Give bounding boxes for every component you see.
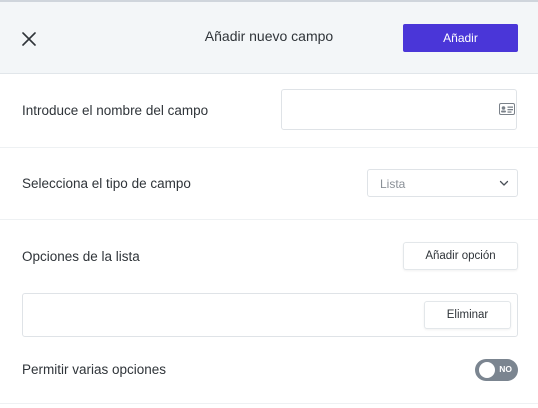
field-type-select[interactable]: Lista — [367, 169, 518, 197]
field-name-input[interactable] — [281, 89, 517, 130]
divider — [0, 147, 538, 148]
toggle-knob — [479, 362, 495, 378]
chevron-down-icon — [499, 180, 509, 186]
add-field-button[interactable]: Añadir — [403, 24, 518, 52]
divider — [0, 219, 538, 220]
contact-card-icon — [499, 103, 515, 115]
list-options-label: Opciones de la lista — [22, 249, 140, 264]
delete-option-button[interactable]: Eliminar — [424, 301, 511, 329]
multi-select-toggle[interactable]: NO — [475, 359, 518, 381]
field-name-label: Introduce el nombre del campo — [22, 103, 209, 118]
dialog-header: Añadir nuevo campo Añadir — [0, 2, 538, 74]
field-type-label: Selecciona el tipo de campo — [22, 176, 191, 191]
toggle-state-text: NO — [499, 364, 512, 374]
multi-select-label: Permitir varias opciones — [22, 362, 167, 377]
divider — [0, 403, 538, 404]
add-option-button[interactable]: Añadir opción — [403, 242, 518, 270]
field-type-value: Lista — [380, 177, 406, 191]
list-option-item[interactable]: Eliminar — [22, 293, 518, 337]
